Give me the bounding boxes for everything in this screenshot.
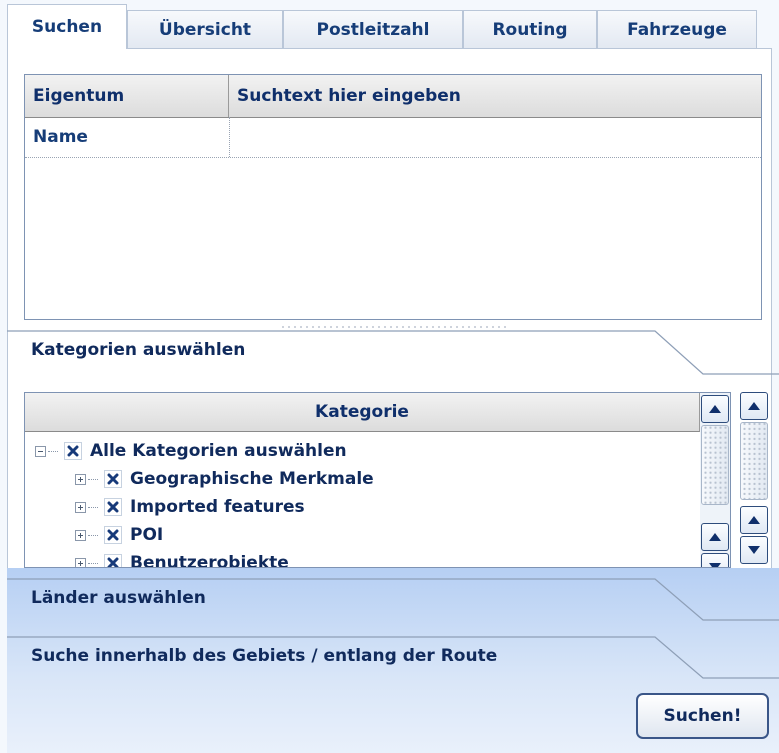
tree-item-user-objects[interactable]: Benutzerobjekte — [75, 549, 289, 568]
outer-scrollbar[interactable] — [738, 392, 770, 570]
tab-uebersicht[interactable]: Übersicht — [127, 10, 283, 48]
category-tree: Kategorie Alle Kategorien auswählen Geog… — [24, 392, 731, 568]
tree-item-all-categories[interactable]: Alle Kategorien auswählen — [35, 437, 347, 465]
search-text-input[interactable] — [229, 117, 761, 157]
category-scrollbar[interactable] — [700, 393, 730, 567]
column-header-search-text[interactable]: Suchtext hier eingeben — [229, 75, 761, 117]
property-grid: Eigentum Suchtext hier eingeben Name — [24, 74, 762, 320]
checkbox-x-icon[interactable] — [104, 554, 122, 567]
tree-item-label: Imported features — [130, 497, 305, 517]
tab-routing[interactable]: Routing — [463, 10, 597, 48]
tree-item-label: Geographische Merkmale — [130, 469, 374, 489]
tab-strip: Suchen Übersicht Postleitzahl Routing Fa… — [0, 0, 779, 49]
area-section-header[interactable]: Suche innerhalb des Gebiets / entlang de… — [7, 636, 779, 688]
checkbox-x-icon[interactable] — [104, 498, 122, 516]
tab-label: Übersicht — [158, 19, 252, 40]
scroll-up-button[interactable] — [701, 523, 729, 551]
checkbox-x-icon[interactable] — [104, 470, 122, 488]
tab-label: Fahrzeuge — [627, 19, 727, 40]
checkbox-x-icon[interactable] — [64, 442, 82, 460]
countries-section-header[interactable]: Länder auswählen — [7, 578, 779, 630]
scroll-up-button[interactable] — [701, 395, 729, 423]
section-title: Länder auswählen — [31, 588, 206, 608]
table-row[interactable]: Name — [25, 117, 761, 158]
categories-section-header[interactable]: Kategorien auswählen — [7, 330, 779, 382]
section-title: Kategorien auswählen — [31, 340, 246, 360]
column-header-category[interactable]: Kategorie — [25, 393, 700, 432]
tree-item-geographic-features[interactable]: Geographische Merkmale — [75, 465, 374, 493]
expand-icon[interactable] — [75, 473, 86, 485]
scroll-down-button[interactable] — [740, 536, 768, 564]
tree-item-label: Alle Kategorien auswählen — [90, 441, 347, 461]
tab-suchen[interactable]: Suchen — [7, 4, 127, 49]
tab-fahrzeuge[interactable]: Fahrzeuge — [597, 10, 757, 48]
property-name-cell: Name — [33, 127, 88, 147]
checkbox-x-icon[interactable] — [104, 526, 122, 544]
search-button[interactable]: Suchen! — [636, 693, 769, 739]
tree-item-label: Benutzerobjekte — [130, 553, 289, 568]
tab-label: Postleitzahl — [316, 19, 430, 40]
column-header-property[interactable]: Eigentum — [25, 75, 229, 117]
tree-item-label: POI — [130, 525, 164, 545]
tab-label: Suchen — [31, 17, 103, 37]
splitter-grip[interactable] — [280, 325, 510, 329]
section-title: Suche innerhalb des Gebiets / entlang de… — [31, 646, 498, 666]
grid-header: Eigentum Suchtext hier eingeben — [25, 75, 761, 118]
tab-label: Routing — [492, 19, 568, 40]
scroll-thumb[interactable] — [701, 425, 729, 505]
collapse-icon[interactable] — [35, 445, 46, 457]
tab-postleitzahl[interactable]: Postleitzahl — [283, 10, 463, 48]
expand-icon[interactable] — [75, 557, 86, 567]
scroll-up-button[interactable] — [740, 392, 768, 420]
scroll-down-button[interactable] — [701, 553, 729, 567]
tree-item-poi[interactable]: POI — [75, 521, 163, 549]
scroll-thumb[interactable] — [740, 422, 768, 500]
scroll-up-button[interactable] — [740, 506, 768, 534]
tree-item-imported-features[interactable]: Imported features — [75, 493, 305, 521]
expand-icon[interactable] — [75, 529, 86, 541]
expand-icon[interactable] — [75, 501, 86, 513]
